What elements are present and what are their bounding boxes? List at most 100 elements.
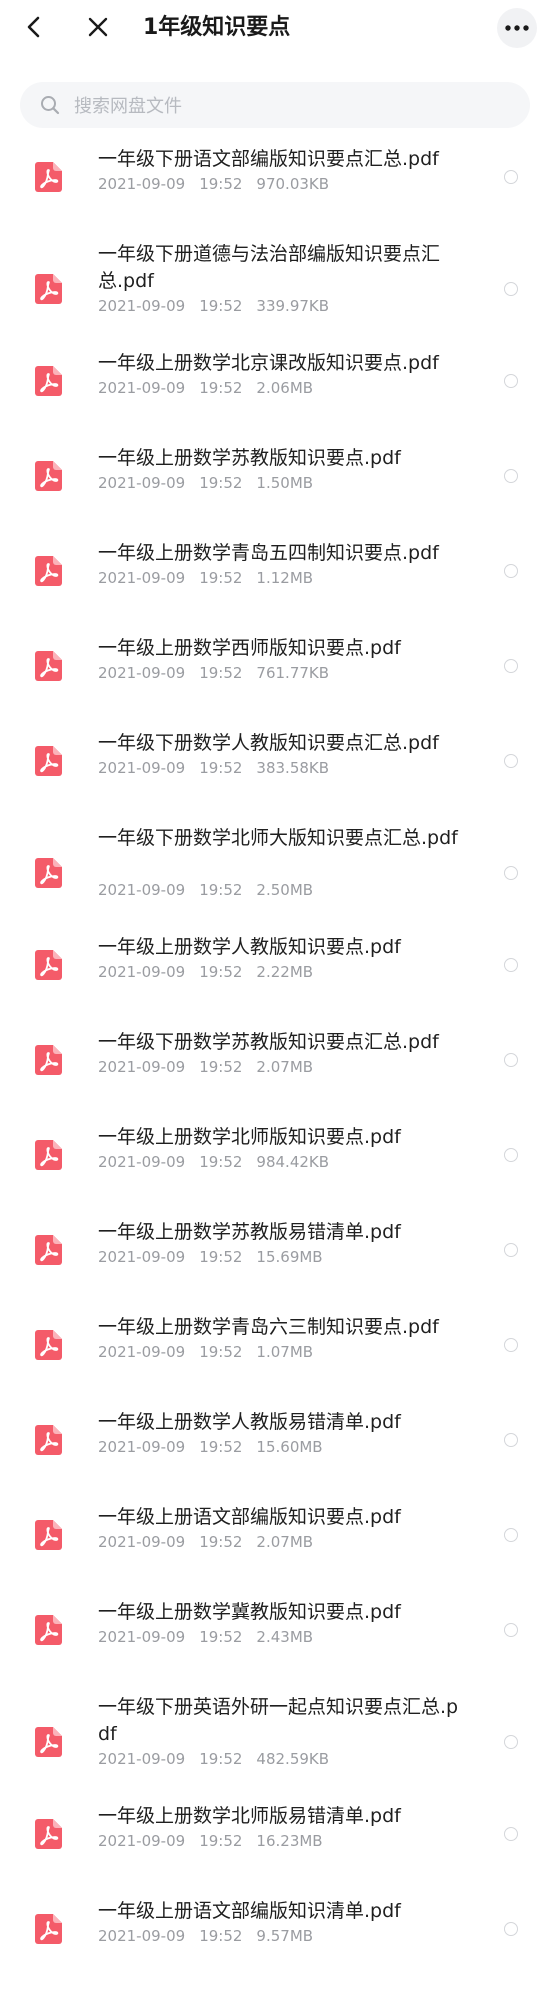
file-time: 19:52 — [199, 569, 243, 587]
pdf-icon — [35, 162, 62, 192]
file-list-item[interactable]: 一年级下册英语外研一起点知识要点汇总.pdf 2021-09-09 19:52 482… — [0, 1688, 551, 1797]
file-size: 15.69MB — [256, 1248, 323, 1266]
header: 1年级知识要点 — [0, 0, 551, 62]
select-checkbox[interactable] — [504, 754, 518, 768]
select-checkbox[interactable] — [504, 170, 518, 184]
select-checkbox[interactable] — [504, 659, 518, 673]
file-time: 19:52 — [199, 1927, 243, 1945]
file-list-item[interactable]: 一年级上册语文部编版知识清单.pdf 2021-09-09 19:52 9.57MB — [0, 1892, 551, 1987]
file-list-item[interactable]: 一年级上册数学苏教版易错清单.pdf 2021-09-09 19:52 15.69MB — [0, 1213, 551, 1308]
pdf-icon — [35, 746, 62, 776]
file-size: 2.07MB — [256, 1533, 314, 1551]
file-name: 一年级上册数学冀教版知识要点.pdf — [98, 1601, 401, 1623]
select-checkbox[interactable] — [504, 469, 518, 483]
pdf-icon — [35, 1045, 62, 1075]
file-list-item[interactable]: 一年级下册数学苏教版知识要点汇总.pdf 2021-09-09 19:52 2.07M… — [0, 1023, 551, 1118]
file-date: 2021-09-09 — [98, 1343, 186, 1361]
select-checkbox[interactable] — [504, 1623, 518, 1637]
select-checkbox[interactable] — [504, 1053, 518, 1067]
file-size: 984.42KB — [256, 1153, 330, 1171]
file-size: 383.58KB — [256, 759, 330, 777]
file-meta: 2021-09-09 19:52 2.07MB — [98, 1057, 313, 1077]
file-list-item[interactable]: 一年级下册数学北师大版知识要点汇总.pdf 2021-09-09 19:52 2.50… — [0, 819, 551, 928]
chevron-left-icon — [27, 16, 40, 38]
close-icon — [88, 17, 108, 37]
file-time: 19:52 — [199, 1438, 243, 1456]
back-button[interactable] — [20, 13, 48, 41]
file-name: 一年级下册数学北师大版知识要点汇总.pdf — [98, 827, 458, 849]
file-date: 2021-09-09 — [98, 881, 186, 899]
file-name: 一年级上册数学北师版易错清单.pdf — [98, 1805, 401, 1827]
file-name: 一年级下册数学人教版知识要点汇总.pdf — [98, 732, 439, 754]
file-size: 2.43MB — [256, 1628, 314, 1646]
file-time: 19:52 — [199, 1343, 243, 1361]
file-name: 一年级上册语文部编版知识要点.pdf — [98, 1506, 401, 1528]
file-list-item[interactable]: 一年级上册数学人教版知识要点.pdf 2021-09-09 19:52 2.22MB — [0, 928, 551, 1023]
pdf-icon — [35, 1520, 62, 1550]
file-size: 16.23MB — [256, 1832, 323, 1850]
file-list-item[interactable]: 一年级下册语文部编版知识要点汇总.pdf 2021-09-09 19:52 970.0… — [0, 140, 551, 235]
file-size: 2.50MB — [256, 881, 314, 899]
file-meta: 2021-09-09 19:52 15.69MB — [98, 1247, 323, 1267]
file-name: 一年级下册数学苏教版知识要点汇总.pdf — [98, 1031, 439, 1053]
file-time: 19:52 — [199, 1153, 243, 1171]
select-checkbox[interactable] — [504, 564, 518, 578]
file-meta: 2021-09-09 19:52 2.06MB — [98, 378, 313, 398]
file-date: 2021-09-09 — [98, 1750, 186, 1768]
file-time: 19:52 — [199, 1058, 243, 1076]
file-size: 1.12MB — [256, 569, 314, 587]
select-checkbox[interactable] — [504, 1922, 518, 1936]
file-meta: 2021-09-09 19:52 9.57MB — [98, 1926, 313, 1946]
select-checkbox[interactable] — [504, 282, 518, 296]
file-size: 761.77KB — [256, 664, 330, 682]
file-list-item[interactable]: 一年级上册数学北师版易错清单.pdf 2021-09-09 19:52 16.23MB — [0, 1797, 551, 1892]
file-date: 2021-09-09 — [98, 1438, 186, 1456]
close-button[interactable] — [84, 13, 112, 41]
file-name: 一年级上册语文部编版知识清单.pdf — [98, 1900, 401, 1922]
file-date: 2021-09-09 — [98, 1153, 186, 1171]
select-checkbox[interactable] — [504, 1433, 518, 1447]
file-list-item[interactable]: 一年级上册数学苏教版知识要点.pdf 2021-09-09 19:52 1.50MB — [0, 439, 551, 534]
file-date: 2021-09-09 — [98, 1533, 186, 1551]
select-checkbox[interactable] — [504, 1735, 518, 1749]
select-checkbox[interactable] — [504, 866, 518, 880]
file-name: 一年级上册数学苏教版易错清单.pdf — [98, 1221, 401, 1243]
file-name: 一年级下册英语外研一起点知识要点汇总.pdf — [98, 1696, 459, 1745]
file-date: 2021-09-09 — [98, 664, 186, 682]
file-date: 2021-09-09 — [98, 1832, 186, 1850]
pdf-icon — [35, 1914, 62, 1944]
file-name: 一年级上册数学人教版易错清单.pdf — [98, 1411, 401, 1433]
pdf-icon — [35, 556, 62, 586]
file-list-item[interactable]: 一年级上册数学青岛六三制知识要点.pdf 2021-09-09 19:52 1.07M… — [0, 1308, 551, 1403]
file-list-item[interactable]: 一年级上册语文部编版知识要点.pdf 2021-09-09 19:52 2.07MB — [0, 1498, 551, 1593]
search-input[interactable]: 搜索网盘文件 — [20, 82, 530, 128]
select-checkbox[interactable] — [504, 958, 518, 972]
file-date: 2021-09-09 — [98, 1927, 186, 1945]
file-list-item[interactable]: 一年级上册数学西师版知识要点.pdf 2021-09-09 19:52 761.77K… — [0, 629, 551, 724]
file-list-item[interactable]: 一年级下册道德与法治部编版知识要点汇总.pdf 2021-09-09 19:52 33… — [0, 235, 551, 344]
file-list-item[interactable]: 一年级上册数学北师版知识要点.pdf 2021-09-09 19:52 984.42K… — [0, 1118, 551, 1213]
file-size: 339.97KB — [256, 297, 330, 315]
file-meta: 2021-09-09 19:52 383.58KB — [98, 758, 329, 778]
file-size: 2.06MB — [256, 379, 314, 397]
more-button[interactable] — [497, 8, 537, 48]
file-list-item[interactable]: 一年级下册数学人教版知识要点汇总.pdf 2021-09-09 19:52 383.5… — [0, 724, 551, 819]
file-list-item[interactable]: 一年级上册数学北京课改版知识要点.pdf 2021-09-09 19:52 2.06M… — [0, 344, 551, 439]
select-checkbox[interactable] — [504, 1528, 518, 1542]
select-checkbox[interactable] — [504, 1148, 518, 1162]
select-checkbox[interactable] — [504, 1338, 518, 1352]
pdf-icon — [35, 1235, 62, 1265]
file-size: 970.03KB — [256, 175, 330, 193]
select-checkbox[interactable] — [504, 374, 518, 388]
file-name: 一年级上册数学西师版知识要点.pdf — [98, 637, 401, 659]
file-time: 19:52 — [199, 297, 243, 315]
file-time: 19:52 — [199, 1248, 243, 1266]
file-size: 15.60MB — [256, 1438, 323, 1456]
pdf-icon — [35, 1819, 62, 1849]
file-list-item[interactable]: 一年级上册数学人教版易错清单.pdf 2021-09-09 19:52 15.60MB — [0, 1403, 551, 1498]
select-checkbox[interactable] — [504, 1243, 518, 1257]
file-list-item[interactable]: 一年级上册数学冀教版知识要点.pdf 2021-09-09 19:52 2.43MB — [0, 1593, 551, 1688]
file-list-item[interactable]: 一年级上册数学青岛五四制知识要点.pdf 2021-09-09 19:52 1.12M… — [0, 534, 551, 629]
file-meta: 2021-09-09 19:52 761.77KB — [98, 663, 329, 683]
select-checkbox[interactable] — [504, 1827, 518, 1841]
